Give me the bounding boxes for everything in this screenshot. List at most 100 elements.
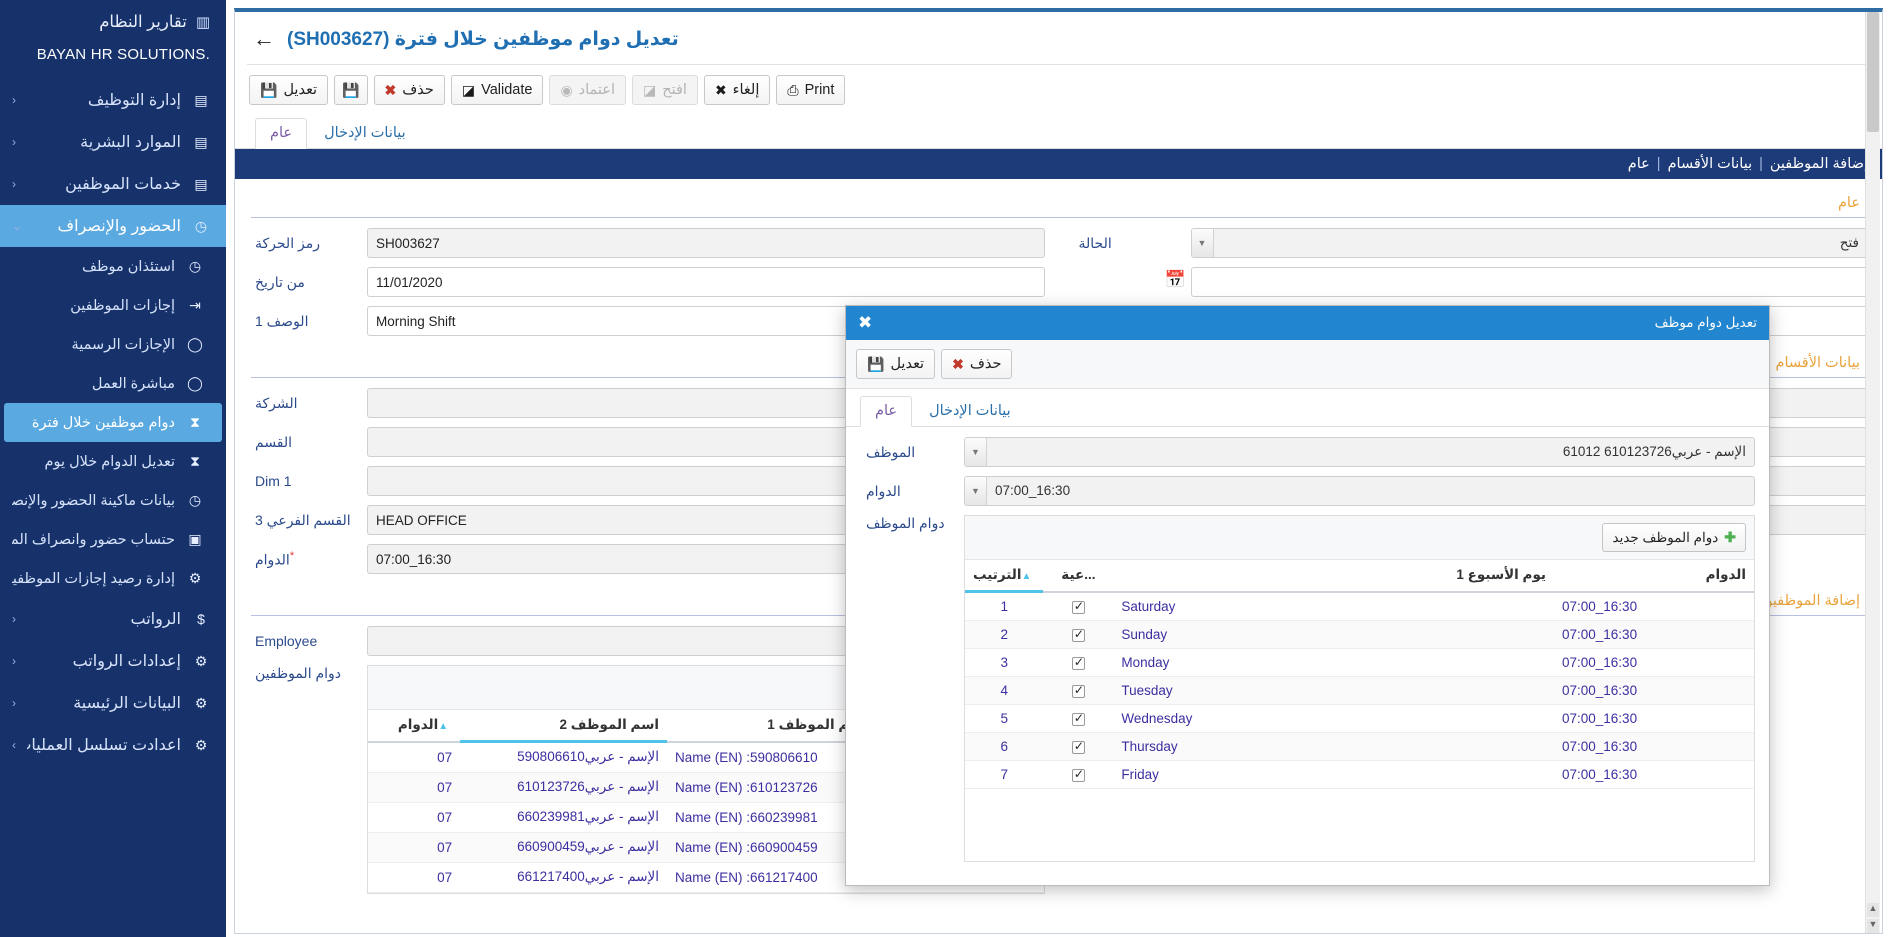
from-date-input[interactable]: 11/01/2020 — [367, 267, 1045, 297]
employee-label: Employee — [255, 633, 318, 649]
exit-icon: ⇥ — [189, 297, 201, 313]
sidebar-item-workflow-settings[interactable]: ⚙ اعدادت تسلسل العمليات › — [0, 724, 226, 766]
section-divider — [251, 217, 1866, 218]
sidebar-item-official-holidays[interactable]: ◯ الإجازات الرسمية — [0, 325, 226, 364]
modal-field-row-shift: الدوام 07:00_16:30 ▼ — [860, 476, 1755, 506]
table-row[interactable]: 07:00_16:30 Wednesday 5 — [965, 704, 1754, 733]
section-label: القسم — [255, 433, 293, 450]
table-row[interactable]: 07:00_16:30 Saturday 1 — [965, 591, 1754, 621]
scroll-down-icon[interactable]: ▼ — [1867, 919, 1879, 933]
clock-icon: ◷ — [188, 258, 202, 274]
sidebar-item-edit-shift-day[interactable]: ⧗ تعديل الدوام خلال يوم — [0, 442, 226, 481]
modal-col-order[interactable]: ▲الترتيب — [965, 560, 1044, 593]
modal-col-shift[interactable]: الدوام — [1554, 560, 1754, 593]
modal-tab-entry-data[interactable]: بيانات الإدخال — [914, 396, 1026, 427]
code-input[interactable]: SH003627 — [367, 228, 1045, 258]
table-row[interactable]: 07:00_16:30 Tuesday 4 — [965, 676, 1754, 705]
checkbox-icon[interactable] — [1071, 683, 1085, 698]
arrow-left-icon[interactable]: ← — [253, 26, 275, 52]
save-button[interactable]: 💾 — [334, 75, 368, 105]
sidebar-item-vacation-balance[interactable]: ⚙ إدارة رصيد إجازات الموظفين — [0, 559, 226, 598]
sidebar-item-attendance-machine-data[interactable]: ◷ بيانات ماكينة الحضور والإنصراف — [0, 481, 226, 520]
close-icon[interactable]: ✖ — [858, 313, 872, 333]
sidebar-item-salary-settings[interactable]: ⚙ إعدادات الرواتب ‹ — [0, 640, 226, 682]
chevron-left-icon: ‹ — [12, 177, 16, 191]
print-button[interactable]: ⎙ Print — [776, 75, 846, 105]
modal-grid-label: دوام الموظف — [866, 515, 945, 531]
sidebar-item-label: الموارد البشرية — [80, 134, 181, 151]
modal-add-shift-label: دوام الموظف جديد — [1612, 529, 1719, 545]
scrollbar-thumb[interactable] — [1867, 12, 1879, 132]
save-icon: 💾 — [867, 356, 885, 372]
scroll-up-icon[interactable]: ▲ — [1867, 903, 1879, 917]
modal-shift-select[interactable]: 07:00_16:30 ▼ — [964, 476, 1755, 506]
calendar-icon[interactable]: 📅 — [1165, 270, 1186, 290]
breadcrumb-item-general[interactable]: عام — [1628, 156, 1650, 172]
sidebar-item-salaries[interactable]: $ الرواتب ‹ — [0, 598, 226, 640]
cancel-button-label: إلغاء — [732, 82, 760, 98]
modal-tab-general[interactable]: عام — [860, 396, 913, 427]
validate-button[interactable]: ◪ Validate — [450, 75, 544, 105]
modal-title: تعديل دوام موظف — [1654, 315, 1757, 330]
table-row[interactable]: 07:00_16:30 Friday 7 — [965, 760, 1754, 789]
sidebar-item-employee-vacations[interactable]: ⇥ إجازات الموظفين — [0, 286, 226, 325]
field-row-code: رمز الحركة SH003627 — [249, 228, 1045, 258]
sidebar-item-label: البيانات الرئيسية — [73, 695, 181, 712]
chevron-left-icon: ‹ — [12, 93, 16, 107]
validate-button-label: Validate — [481, 82, 533, 98]
checkbox-icon[interactable] — [1071, 627, 1085, 642]
modal-cell-shift: 07:00_16:30 — [1554, 760, 1754, 789]
sidebar-item-employee-services[interactable]: ▤ خدمات الموظفين ‹ — [0, 163, 226, 205]
edit-button[interactable]: 💾 تعديل — [249, 75, 329, 105]
modal-shift-table: الدوام يوم الأسبوع 1 ...عية ▲الترتيب 07:… — [965, 560, 1754, 789]
sidebar-reports-link[interactable]: ▥ تقارير النظام — [0, 0, 226, 40]
col-emp-name2[interactable]: اسم الموظف 2 — [460, 710, 667, 743]
sidebar-item-start-work[interactable]: ◯ مباشرة العمل — [0, 364, 226, 403]
modal-delete-button[interactable]: ✖ حذف — [941, 349, 1013, 379]
breadcrumb-separator: | — [1656, 156, 1661, 172]
sidebar-item-human-resources[interactable]: ▤ الموارد البشرية ‹ — [0, 121, 226, 163]
modal-cell-active — [1043, 648, 1114, 677]
page-scrollbar[interactable]: ▲ ▼ — [1865, 12, 1880, 933]
cell-emp-name2: الإسم - عربي660900459 — [460, 832, 667, 863]
table-row[interactable]: 07:00_16:30 Sunday 2 — [965, 620, 1754, 649]
sidebar-item-master-data[interactable]: ⚙ البيانات الرئيسية ‹ — [0, 682, 226, 724]
shift-label: *الدوام — [255, 549, 295, 568]
tab-entry-data[interactable]: بيانات الإدخال — [309, 118, 421, 149]
sidebar-item-employee-permission[interactable]: ◷ استئذان موظف — [0, 247, 226, 286]
sidebar-item-attendance[interactable]: ◷ الحضور والإنصراف ⌄ — [0, 205, 226, 247]
chevron-left-icon: ‹ — [12, 135, 16, 149]
breadcrumb-item-departments-data[interactable]: بيانات الأقسام — [1668, 156, 1753, 172]
modal-field-row-grid: دوام الموظف دوام الموظف جديد ✚ الدوام يو… — [860, 515, 1755, 862]
modal-add-shift-button[interactable]: دوام الموظف جديد ✚ — [1602, 523, 1746, 552]
modal-col-active[interactable]: ...عية — [1043, 560, 1114, 593]
sidebar-item-label: تعديل الدوام خلال يوم — [44, 453, 175, 470]
modal-col-weekday[interactable]: يوم الأسبوع 1 — [1113, 560, 1554, 593]
edit-button-label: تعديل — [283, 82, 318, 98]
sidebar-item-attendance-calculation[interactable]: ▣ حتساب حضور وانصراف الموظفين — [0, 520, 226, 559]
tab-general[interactable]: عام — [255, 118, 308, 149]
status-select[interactable]: فتح ▼ — [1190, 228, 1868, 258]
required-marker: * — [289, 549, 295, 562]
checkbox-icon[interactable] — [1071, 599, 1085, 614]
sidebar-item-recruitment[interactable]: ▤ إدارة التوظيف ‹ — [0, 79, 226, 121]
checkbox-icon[interactable] — [1071, 767, 1085, 782]
checkbox-icon[interactable] — [1071, 739, 1085, 754]
sidebar-item-label: إدارة التوظيف — [87, 92, 181, 109]
table-row[interactable]: 07:00_16:30 Monday 3 — [965, 648, 1754, 677]
modal-edit-label: تعديل — [890, 356, 925, 372]
modal-edit-button[interactable]: 💾 تعديل — [856, 349, 936, 379]
checkbox-icon[interactable] — [1071, 655, 1085, 670]
breadcrumb-item-add-employees[interactable]: إضافة الموظفين — [1770, 156, 1868, 172]
cell-emp-name1: Name (EN) :590806610 — [667, 741, 875, 773]
delete-button[interactable]: ✖ حذف — [373, 75, 445, 105]
col-emp-name1[interactable]: اسم الموظف 1 — [667, 710, 875, 743]
checkbox-icon[interactable] — [1071, 711, 1085, 726]
table-row[interactable]: 07:00_16:30 Thursday 6 — [965, 732, 1754, 761]
modal-employee-select[interactable]: الإسم - عربي610123726 61012 ▼ — [964, 437, 1755, 467]
id-card-icon: ▤ — [194, 175, 208, 192]
cancel-button[interactable]: ✖ إلغاء — [703, 75, 771, 105]
col-emp-shift[interactable]: ▲الدوام — [368, 710, 461, 743]
to-date-input[interactable] — [1190, 267, 1868, 297]
sidebar-item-employees-shift-period[interactable]: ⧗ دوام موظفين خلال فترة — [4, 403, 222, 442]
